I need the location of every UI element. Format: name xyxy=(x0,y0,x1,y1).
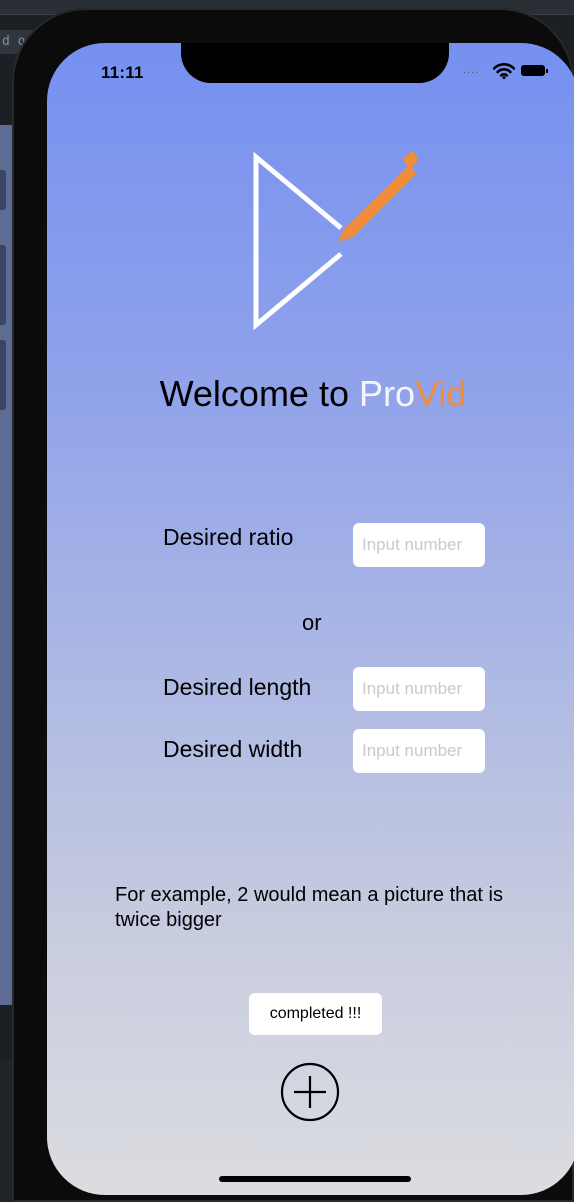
app-screen: 11:11 .... Welcome to ProVid Desired rat… xyxy=(47,43,574,1195)
signal-indicator: .... xyxy=(463,64,480,76)
home-indicator[interactable] xyxy=(219,1176,411,1182)
desired-width-label: Desired width xyxy=(163,736,303,762)
welcome-prefix: Welcome to xyxy=(159,373,359,414)
side-panel-handle[interactable] xyxy=(0,170,6,210)
brand-vid: Vid xyxy=(415,373,467,414)
desired-ratio-label: Desired ratio xyxy=(163,524,294,550)
desired-length-label: Desired length xyxy=(163,674,312,700)
provid-logo xyxy=(247,148,420,343)
desired-width-input[interactable] xyxy=(353,729,485,773)
plus-circle-icon xyxy=(280,1062,340,1122)
pencil-icon xyxy=(338,151,420,242)
completed-button[interactable]: completed !!! xyxy=(249,993,382,1035)
brand-pro: Pro xyxy=(358,373,416,414)
desired-length-input[interactable] xyxy=(353,667,485,711)
status-time: 11:11 xyxy=(101,63,144,82)
wifi-icon xyxy=(492,63,516,84)
or-label: or xyxy=(302,610,322,635)
side-panel-handle[interactable] xyxy=(0,340,6,410)
device-notch xyxy=(181,43,449,83)
side-panel-handle[interactable] xyxy=(0,245,6,325)
desired-ratio-input[interactable] xyxy=(353,523,485,567)
add-button[interactable] xyxy=(280,1062,340,1122)
example-text: For example, 2 would mean a picture that… xyxy=(115,884,503,931)
iphone-frame: 11:11 .... Welcome to ProVid Desired rat… xyxy=(12,8,574,1202)
battery-icon xyxy=(521,65,548,76)
welcome-title: Welcome to ProVid xyxy=(47,373,574,415)
